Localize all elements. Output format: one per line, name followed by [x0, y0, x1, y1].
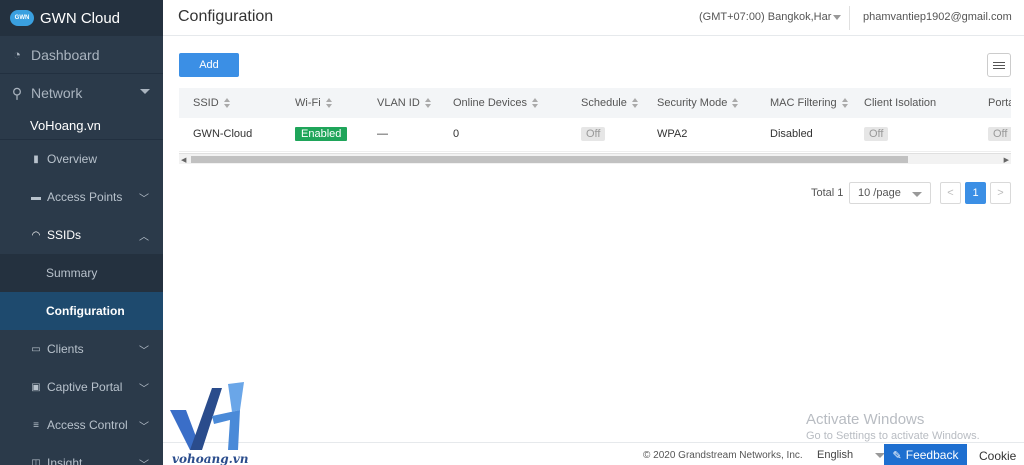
cell-portal: Off [988, 127, 1011, 141]
column-header-portal[interactable]: Porta [988, 97, 1011, 109]
sidebar-item-dashboard[interactable]: ◔ Dashboard [0, 36, 163, 74]
windows-activation-watermark: Activate Windows Go to Settings to activ… [806, 411, 980, 442]
add-button[interactable]: Add [179, 53, 239, 77]
gauge-icon: ◔ [13, 47, 21, 62]
bar-chart-icon: ▮ [33, 153, 39, 165]
caret-down-icon [833, 14, 842, 20]
top-header: Configuration (GMT+07:00) Bangkok,Har ph… [163, 0, 1024, 36]
column-header-online-devices[interactable]: Online Devices [453, 97, 539, 109]
sort-icon [424, 98, 432, 109]
timezone-selector[interactable]: (GMT+07:00) Bangkok,Har [699, 11, 842, 23]
portal-icon: ▣ [31, 381, 41, 393]
column-header-wifi[interactable]: Wi-Fi [295, 97, 333, 109]
caret-down-icon [140, 89, 150, 94]
column-menu-button[interactable] [987, 53, 1011, 77]
network-icon: ⚲ [11, 84, 23, 101]
sidebar-item-network[interactable]: ⚲ Network [0, 74, 163, 112]
sidebar-item-access-points[interactable]: ▬ Access Points ﹀ [0, 178, 163, 216]
account-email[interactable]: phamvantiep1902@gmail.com [863, 11, 1012, 23]
cell-security-mode: WPA2 [657, 128, 688, 140]
caret-down-icon [912, 192, 922, 197]
table-header: SSID Wi-Fi VLAN ID Online Devices Schedu… [179, 88, 1011, 118]
scroll-right-icon[interactable]: ▶ [1004, 156, 1009, 164]
vohoang-logo: vohoang.vn [168, 380, 248, 465]
cell-vlan: — [377, 128, 388, 140]
feedback-button[interactable]: ✎ Feedback [884, 444, 967, 465]
cookie-link[interactable]: Cookie [979, 449, 1016, 463]
sidebar-item-summary[interactable]: Summary [0, 254, 163, 292]
page-1-button[interactable]: 1 [965, 182, 986, 204]
sort-icon [223, 98, 231, 109]
sidebar-item-clients[interactable]: ▭ Clients ﹀ [0, 330, 163, 368]
horizontal-scrollbar[interactable]: ◀ ▶ [179, 153, 1011, 164]
app-title: GWN Cloud [40, 9, 121, 27]
chevron-up-icon: ︿ [139, 231, 149, 243]
sort-icon [732, 98, 739, 109]
prev-page-button[interactable]: < [940, 182, 961, 204]
column-header-ssid[interactable]: SSID [193, 97, 231, 109]
cell-online-devices: 0 [453, 128, 460, 140]
total-count: Total 1 [811, 187, 844, 199]
language-selector[interactable]: English [817, 449, 886, 461]
sort-icon [531, 98, 539, 109]
chevron-down-icon: ﹀ [139, 193, 149, 205]
sort-icon [841, 98, 849, 109]
sort-icon [325, 98, 333, 109]
edit-icon: ✎ [892, 449, 902, 462]
column-header-mac-filtering[interactable]: MAC Filtering [770, 97, 849, 109]
status-badge: Off [864, 127, 889, 141]
wifi-icon: ◠ [31, 229, 41, 241]
cell-schedule: Off [581, 127, 606, 141]
column-header-security-mode[interactable]: Security Mode [657, 97, 739, 109]
column-header-vlan[interactable]: VLAN ID [377, 97, 432, 109]
copyright: © 2020 Grandstream Networks, Inc. [643, 450, 803, 461]
sidebar: GWN GWN Cloud ◔ Dashboard ⚲ Network VoHo… [0, 0, 163, 465]
main-content: Add SSID Wi-Fi VLAN ID Online Devices Sc… [163, 37, 1024, 442]
brand[interactable]: GWN GWN Cloud [0, 0, 163, 36]
sidebar-item-insight[interactable]: ◫ Insight ﹀ [0, 444, 163, 465]
status-badge: Off [988, 127, 1011, 141]
scrollbar-thumb[interactable] [191, 156, 908, 163]
cell-wifi: Enabled [295, 127, 348, 141]
chevron-down-icon: ﹀ [139, 345, 149, 357]
sidebar-item-access-control[interactable]: ≡ Access Control ﹀ [0, 406, 163, 444]
chevron-down-icon: ﹀ [139, 459, 149, 465]
cell-client-isolation: Off [864, 127, 889, 141]
sidebar-item-configuration[interactable]: Configuration [0, 292, 163, 330]
access-point-icon: ▬ [31, 191, 41, 203]
page-title: Configuration [178, 8, 274, 25]
ssid-table: SSID Wi-Fi VLAN ID Online Devices Schedu… [179, 88, 1011, 166]
column-header-schedule[interactable]: Schedule [581, 97, 639, 109]
cell-mac-filtering: Disabled [770, 128, 813, 140]
sliders-icon: ≡ [33, 419, 39, 431]
status-badge: Enabled [295, 127, 348, 141]
next-page-button[interactable]: > [990, 182, 1011, 204]
hamburger-icon [993, 61, 1005, 63]
chevron-down-icon: ﹀ [139, 383, 149, 395]
sidebar-item-captive-portal[interactable]: ▣ Captive Portal ﹀ [0, 368, 163, 406]
sidebar-item-ssids[interactable]: ◠ SSIDs ︿ [0, 216, 163, 254]
sort-icon [631, 98, 639, 109]
table-row[interactable]: GWN-Cloud Enabled — 0 Off WPA2 Disabled … [179, 118, 1011, 152]
footer: © 2020 Grandstream Networks, Inc. Englis… [163, 442, 1024, 465]
cloud-logo-icon: GWN [10, 10, 34, 26]
cell-ssid: GWN-Cloud [193, 128, 253, 140]
header-divider [849, 6, 850, 30]
chevron-down-icon: ﹀ [139, 421, 149, 433]
scroll-left-icon[interactable]: ◀ [181, 156, 186, 164]
site-selector[interactable]: VoHoang.vn [0, 112, 163, 140]
vh-logo-icon [170, 382, 244, 450]
column-header-client-isolation[interactable]: Client Isolation [864, 97, 936, 109]
devices-icon: ▭ [31, 343, 41, 355]
status-badge: Off [581, 127, 606, 141]
sidebar-item-overview[interactable]: ▮ Overview [0, 140, 163, 178]
insight-icon: ◫ [31, 457, 41, 465]
page-size-select[interactable]: 10 /page [849, 182, 931, 204]
